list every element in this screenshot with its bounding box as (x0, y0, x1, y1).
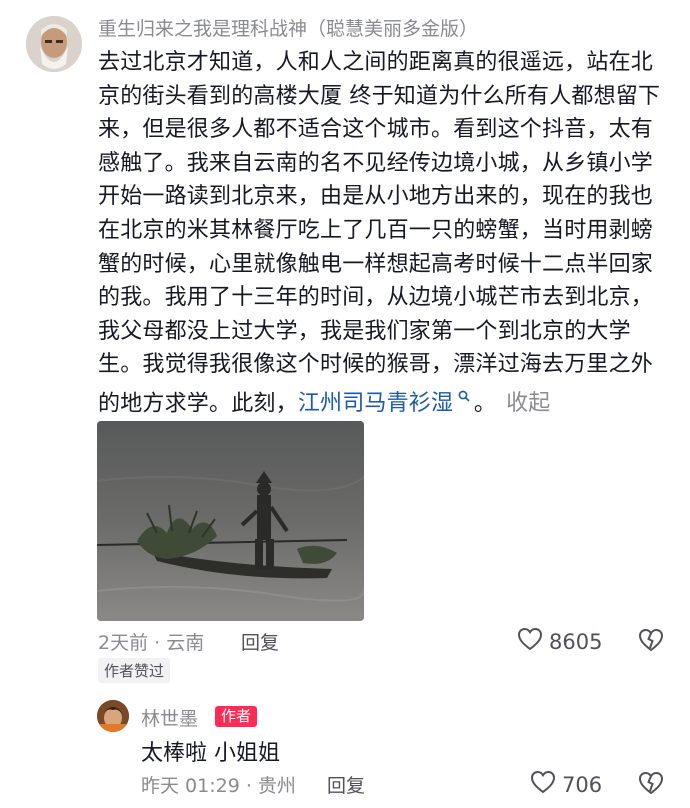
comment-text-main: 去过北京才知道，人和人之间的距离真的很遥远，站在北京的街头看到的高楼大厦 终于知… (98, 50, 661, 417)
reply-text: 太棒啦 小姐姐 (141, 741, 280, 766)
broken-heart-icon[interactable] (638, 771, 664, 799)
mention-text[interactable]: 江州司马青衫湿 (298, 391, 453, 416)
broken-heart-icon[interactable] (638, 628, 664, 656)
heart-outline-icon[interactable] (517, 627, 543, 656)
search-icon (453, 390, 474, 406)
comment-time-location: 2天前 · 云南 (98, 632, 205, 654)
reply-avatar[interactable] (97, 700, 129, 732)
comment-image[interactable] (97, 421, 364, 621)
like-count: 8605 (549, 629, 603, 654)
reply-username[interactable]: 林世墨 (141, 704, 198, 731)
comment-text-end: 。 (473, 391, 497, 417)
collapse-button[interactable]: 收起 (506, 391, 550, 416)
heart-outline-icon[interactable] (530, 770, 556, 799)
reply-like-button[interactable]: 706 (530, 770, 602, 799)
like-button[interactable]: 8605 (517, 627, 602, 656)
reply-reply-button[interactable]: 回复 (327, 771, 365, 798)
commenter-avatar[interactable] (26, 16, 82, 72)
reply-button[interactable]: 回复 (241, 628, 279, 655)
reply-time-location: 昨天 01:29 · 贵州 (141, 775, 296, 797)
mention-link[interactable]: 江州司马青衫湿 (298, 390, 474, 416)
author-liked-badge: 作者赞过 (98, 658, 171, 683)
comment-text: 去过北京才知道，人和人之间的距离真的很遥远，站在北京的街头看到的高楼大厦 终于知… (98, 46, 664, 421)
author-badge: 作者 (215, 706, 258, 727)
reply-like-count: 706 (562, 772, 603, 797)
commenter-username[interactable]: 重生归来之我是理科战神（聪慧美丽多金版） (98, 14, 478, 41)
